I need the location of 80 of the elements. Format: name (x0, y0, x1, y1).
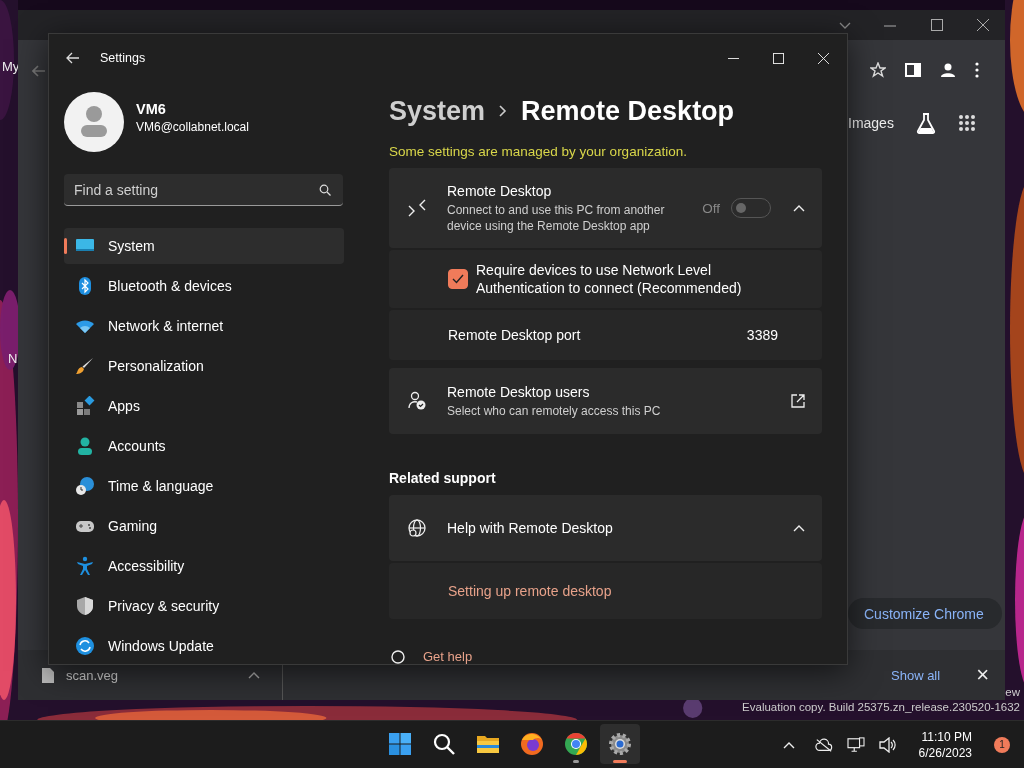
nav-item[interactable]: Gaming (64, 508, 344, 544)
toggle-state-label: Off (702, 200, 720, 216)
close-icon[interactable] (977, 19, 989, 31)
cloud-off-icon[interactable] (814, 736, 833, 753)
profile-icon[interactable] (940, 62, 956, 78)
get-help-link[interactable]: Get help (423, 649, 473, 664)
avatar-icon[interactable] (64, 92, 124, 152)
accessibility-icon (75, 556, 95, 576)
maximize-icon[interactable] (931, 19, 943, 31)
setting-title: Remote Desktop (447, 182, 553, 199)
flask-icon[interactable] (915, 112, 936, 134)
setting-card[interactable]: Help with Remote Desktop (389, 495, 822, 561)
show-all-link[interactable]: Show all (891, 667, 941, 683)
browser-icon (520, 732, 544, 756)
section-heading: Related support (389, 470, 497, 486)
close-button[interactable]: × (972, 662, 993, 688)
person-icon (75, 436, 95, 456)
notification-badge[interactable]: 1 (994, 736, 1010, 753)
update-icon (75, 636, 95, 656)
download-file-name[interactable]: scan.veg (66, 667, 186, 683)
setting-description: Select who can remotely access this PC (447, 402, 662, 419)
nav-item[interactable]: System (64, 228, 344, 264)
setting-description: Connect to and use this PC from another device using the Remote Desktop app (447, 201, 666, 234)
window-title: Settings (100, 51, 146, 65)
checkmark-icon (452, 274, 464, 284)
setting-card[interactable]: Remote Desktop users Select who can remotely access this PC (389, 368, 822, 434)
globe-clock-icon (75, 476, 95, 496)
customize-chrome-button[interactable]: Customize Chrome (848, 598, 1002, 629)
nav-item[interactable]: Apps (64, 388, 344, 424)
watermark-text: Evaluation copy. Build 25375.zn_release.230520-1632 (742, 701, 1020, 713)
images-link[interactable]: Images (848, 115, 894, 131)
gear-icon (608, 732, 632, 756)
nav-item[interactable]: Personalization (64, 348, 344, 384)
page-title: Remote Desktop (521, 95, 735, 127)
breadcrumb-link[interactable]: System (389, 95, 486, 127)
browser-icon (564, 732, 588, 756)
volume-icon[interactable] (878, 736, 897, 753)
nav-item[interactable]: Bluetooth & devices (64, 268, 344, 304)
chevron-icon[interactable] (793, 524, 805, 532)
apps-grid-icon[interactable] (957, 114, 976, 132)
setting-title: Remote Desktop port (448, 327, 581, 343)
shield-icon (75, 596, 95, 616)
star-icon[interactable] (870, 62, 886, 78)
user-check-icon (407, 391, 427, 411)
port-value: 3389 (746, 327, 778, 343)
open-external-icon (791, 394, 805, 408)
nav-item[interactable]: Time & language (64, 468, 344, 504)
chevron-icon[interactable] (793, 204, 805, 212)
user-name: VM6 (136, 100, 167, 117)
setting-card[interactable]: Remote Desktop Connect to and use this PC from another device using the Remote Desktop app Off (389, 168, 822, 248)
clock[interactable]: 11:10 PM 6/26/2023 (918, 729, 972, 760)
remote-desktop-icon (407, 198, 427, 218)
help-icon[interactable] (391, 649, 405, 664)
search-icon[interactable] (319, 184, 331, 196)
apps-icon (75, 396, 95, 416)
help-link[interactable]: Setting up remote desktop (448, 583, 612, 599)
file-icon (42, 667, 54, 683)
nav-item[interactable]: Network & internet (64, 308, 344, 344)
side-panel-icon[interactable] (905, 62, 921, 78)
network-icon[interactable] (846, 736, 865, 753)
nav-item[interactable]: Accessibility (64, 548, 344, 584)
menu-icon[interactable] (975, 62, 979, 78)
checkbox-label: Require devices to use Network Level Authentication to connect (Recommended) (476, 261, 743, 297)
clock-date: 6/26/2023 (918, 745, 972, 760)
chevron-icon (499, 105, 508, 117)
setting-title: Help with Remote Desktop (447, 520, 613, 536)
search-field[interactable]: Find a setting (64, 174, 343, 206)
policy-notice: Some settings are managed by your organization. (389, 144, 688, 159)
search-icon (432, 732, 456, 756)
checkbox[interactable] (448, 269, 468, 289)
nav-item[interactable]: Accounts (64, 428, 344, 464)
globe-search-icon (407, 518, 427, 538)
nav-item[interactable]: Privacy & security (64, 588, 344, 624)
setting-title: Remote Desktop users (447, 383, 591, 400)
brush-icon (75, 356, 95, 376)
nav-item[interactable]: Windows Update (64, 628, 344, 664)
clock-time: 11:10 PM (921, 729, 972, 744)
taskbar-app[interactable] (600, 724, 640, 764)
user-email: VM6@collabnet.local (136, 119, 249, 134)
start-icon (388, 732, 412, 756)
